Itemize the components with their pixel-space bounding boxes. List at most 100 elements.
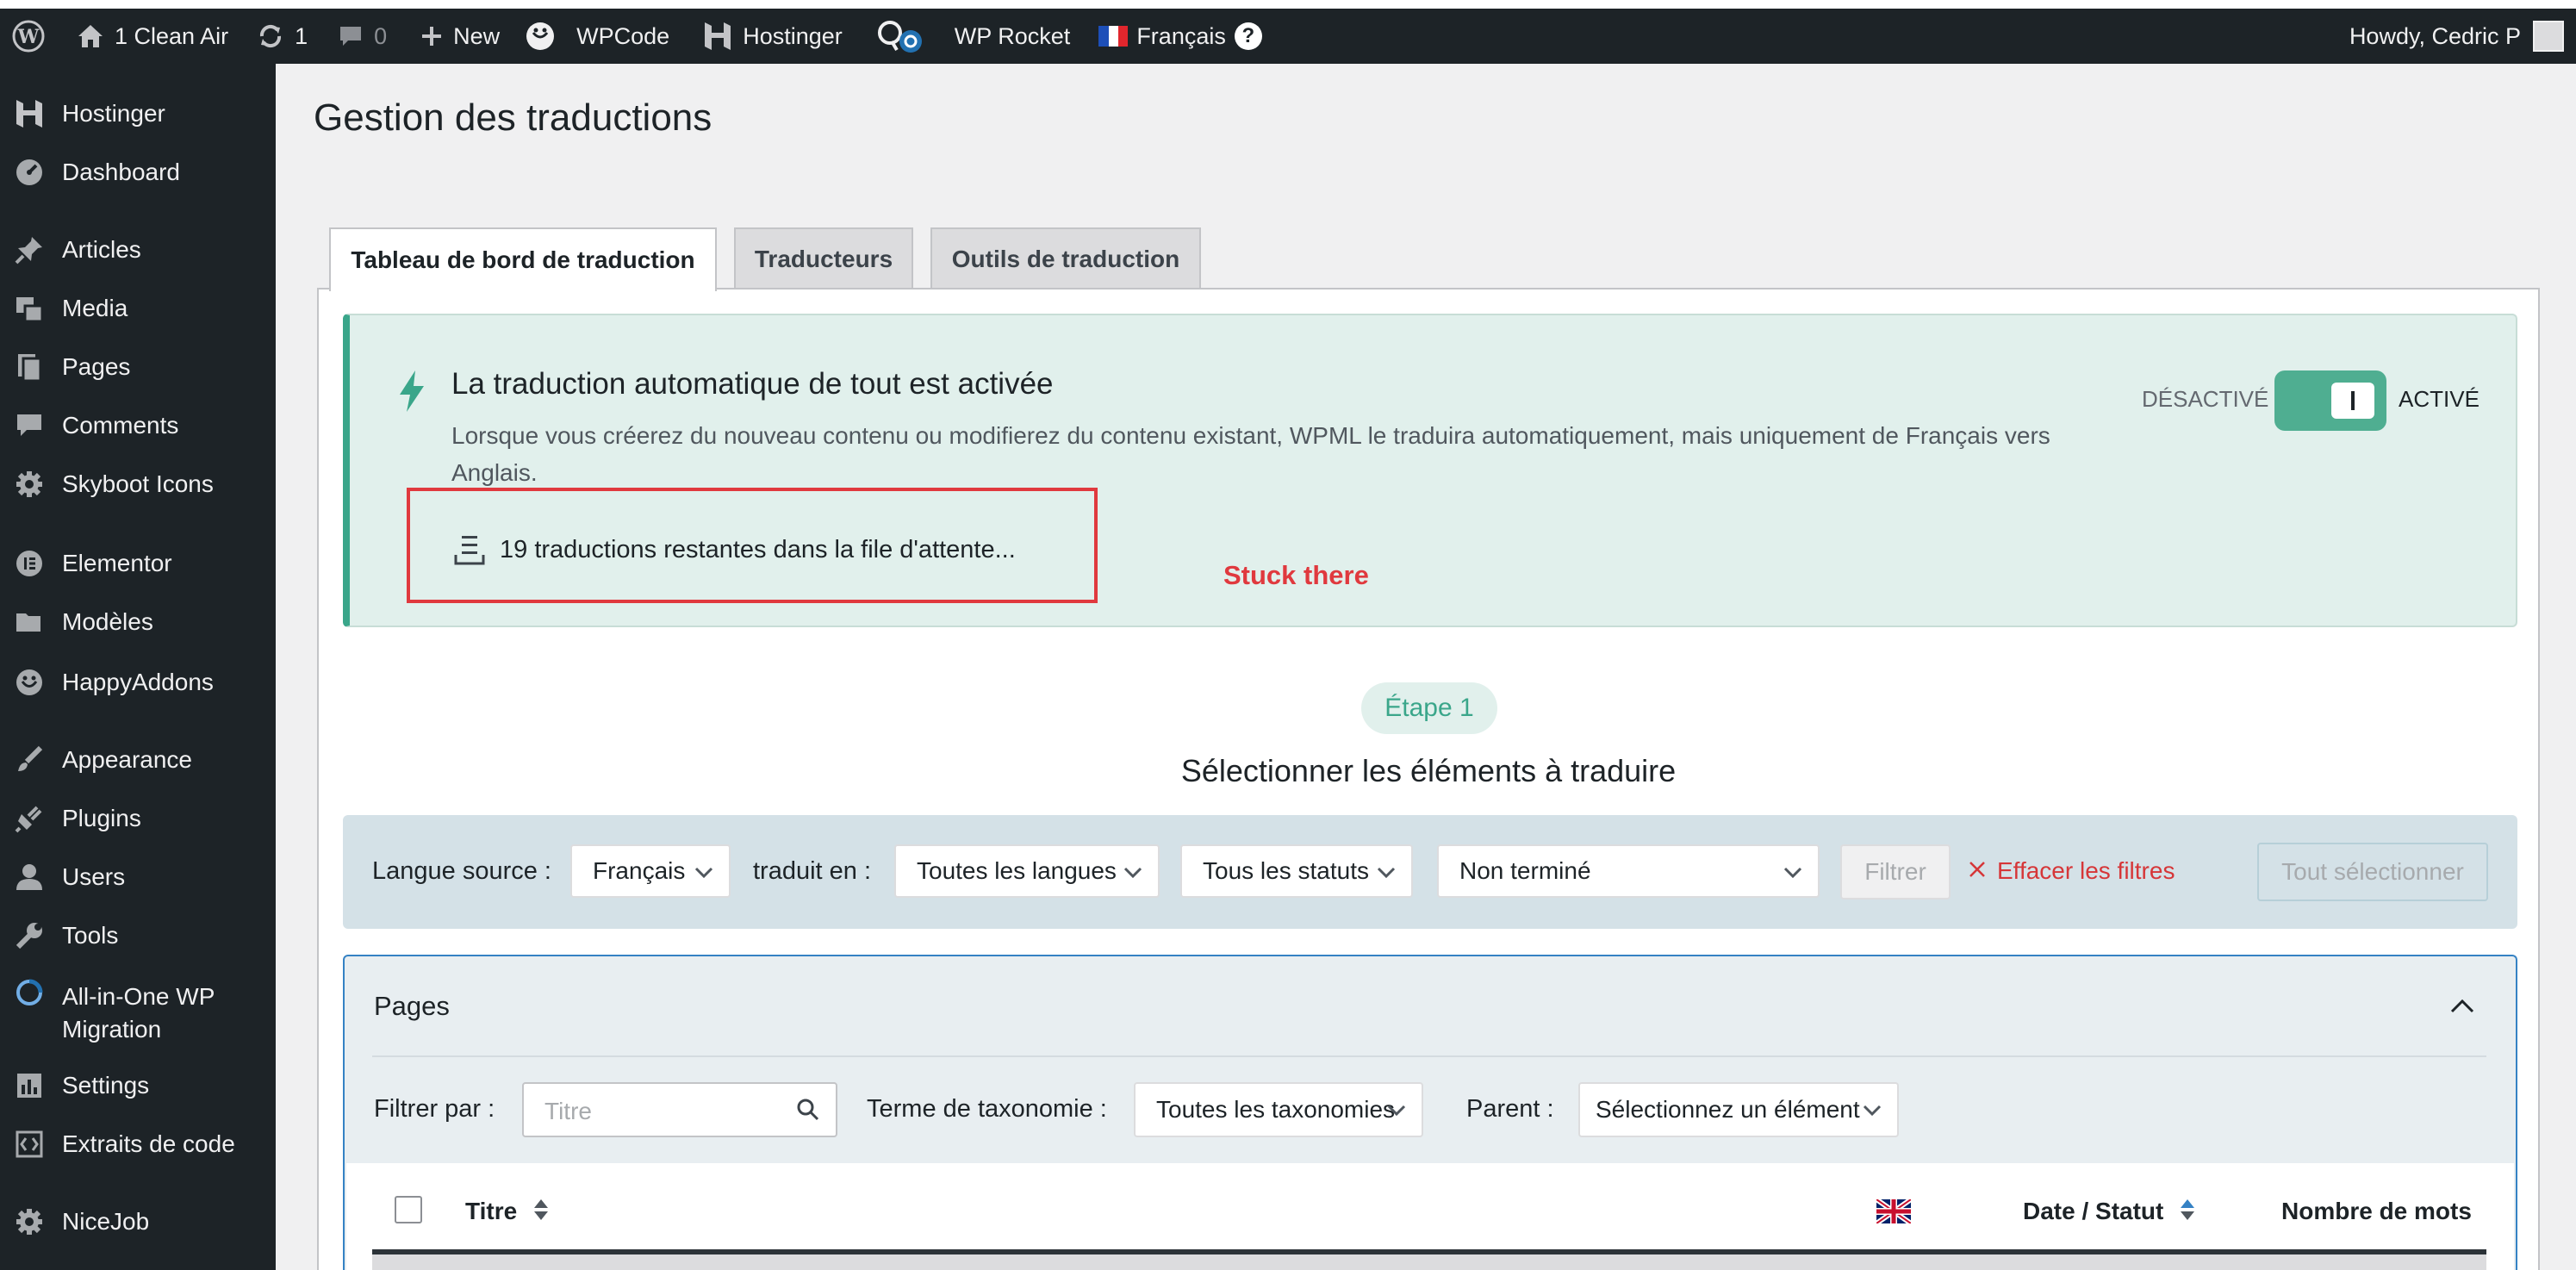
source-language-value: Français (593, 857, 686, 884)
sidebar-item-tools[interactable]: Tools (0, 912, 276, 960)
sidebar-item-hostinger[interactable]: Hostinger (0, 90, 276, 138)
hostinger-link[interactable]: Hostinger (682, 9, 856, 64)
flag-uk-icon (1875, 1197, 1913, 1226)
wordpress-logo-icon[interactable]: W (0, 9, 58, 64)
clear-filters-label: Effacer les filtres (1997, 857, 2175, 884)
column-date-status-label: Date / Statut (2023, 1198, 2164, 1224)
sidebar-item-elementor[interactable]: Elementor (0, 539, 276, 588)
taxonomy-value: Toutes les taxonomies (1156, 1096, 1396, 1123)
top-strip (0, 0, 2576, 9)
auto-translate-toggle[interactable] (2274, 370, 2386, 431)
progress-select[interactable]: Non terminé (1437, 844, 1820, 898)
column-title-label: Titre (465, 1198, 518, 1224)
wp-rocket-label: WP Rocket (954, 22, 1071, 49)
gear-icon (14, 1206, 45, 1237)
column-date-status-header[interactable]: Date / Statut (2023, 1198, 2196, 1228)
settings-icon (14, 1070, 45, 1101)
sidebar-item-happyaddons[interactable]: HappyAddons (0, 658, 276, 707)
select-all-button[interactable]: Tout sélectionner (2257, 843, 2488, 901)
my-account-link[interactable]: Howdy, Cedric P (2336, 9, 2576, 64)
progress-value: Non terminé (1459, 857, 1591, 884)
parent-label: Parent : (1466, 1095, 1554, 1123)
wpcode-icon (525, 21, 556, 52)
status-value: Tous les statuts (1203, 857, 1369, 884)
migration-icon (14, 977, 45, 1008)
comments-link[interactable]: 0 (320, 9, 400, 64)
collapse-chevron-up-icon[interactable] (2447, 991, 2478, 1026)
site-name: 1 Clean Air (115, 22, 229, 49)
filter-by-label: Filtrer par : (374, 1095, 495, 1123)
source-language-label: Langue source : (372, 857, 551, 885)
help-icon[interactable]: ? (1234, 22, 1262, 50)
tab-traducteurs[interactable]: Traducteurs (734, 227, 913, 289)
wpml-link[interactable] (856, 9, 937, 64)
column-title-header[interactable]: Titre (465, 1198, 550, 1228)
sidebar-item-label: Tools (62, 922, 119, 949)
sidebar-item-label: Pages (62, 353, 131, 380)
media-icon (14, 293, 45, 324)
site-name-link[interactable]: 1 Clean Air (58, 9, 241, 64)
avatar (2533, 21, 2564, 52)
language-switcher[interactable]: Français ? (1083, 9, 1275, 64)
sidebar-item-pages[interactable]: Pages (0, 343, 276, 391)
wpcode-link[interactable]: WPCode (513, 9, 682, 64)
parent-value: Sélectionnez un élément (1596, 1096, 1860, 1123)
sidebar-item-users[interactable]: Users (0, 853, 276, 901)
new-content-link[interactable]: New (400, 9, 513, 64)
comment-icon (338, 23, 364, 49)
updates-count: 1 (295, 22, 308, 49)
admin-bar: W 1 Clean Air 1 0 New WPCode Hostinger W… (0, 9, 2576, 64)
sidebar-item-modeles[interactable]: Modèles (0, 598, 276, 646)
sidebar-item-label-line2: Migration (62, 1016, 162, 1043)
sidebar-item-label: Articles (62, 236, 141, 263)
sidebar-item-dashboard[interactable]: Dashboard (0, 148, 276, 196)
sidebar-item-comments[interactable]: Comments (0, 402, 276, 450)
comment-icon (14, 410, 45, 441)
toggle-off-label: DÉSACTIVÉ (2142, 386, 2269, 412)
target-language-value: Toutes les langues (917, 857, 1117, 884)
sidebar-item-nicejob[interactable]: NiceJob (0, 1198, 276, 1246)
parent-select[interactable]: Sélectionnez un élément (1578, 1082, 1899, 1137)
tab-outils-de-traduction[interactable]: Outils de traduction (930, 227, 1201, 289)
select-all-checkbox[interactable] (395, 1196, 422, 1223)
queue-status-text: 19 traductions restantes dans la file d'… (500, 536, 1016, 563)
updates-link[interactable]: 1 (241, 9, 320, 64)
sidebar-item-label: HappyAddons (62, 669, 214, 695)
code-icon (14, 1129, 45, 1160)
sidebar-item-label: Dashboard (62, 159, 180, 185)
status-select[interactable]: Tous les statuts (1180, 844, 1413, 898)
sidebar-item-label: Extraits de code (62, 1130, 235, 1157)
wp-rocket-link[interactable]: WP Rocket (937, 9, 1084, 64)
target-language-select[interactable]: Toutes les langues (894, 844, 1160, 898)
sidebar-item-skyboot-icons[interactable]: Skyboot Icons (0, 460, 276, 508)
sidebar-item-settings[interactable]: Settings (0, 1061, 276, 1110)
sidebar-item-all-in-one-wp-migration[interactable]: All-in-One WP Migration (0, 975, 276, 1048)
column-word-count-header: Nombre de mots (2281, 1198, 2472, 1224)
sidebar-item-extraits-de-code[interactable]: Extraits de code (0, 1120, 276, 1168)
taxonomy-select[interactable]: Toutes les taxonomies (1134, 1082, 1423, 1137)
svg-text:W: W (17, 26, 40, 48)
title-search-input[interactable]: Titre (522, 1082, 837, 1137)
source-language-select[interactable]: Français (570, 844, 731, 898)
target-language-label: traduit en : (753, 857, 872, 885)
folder-icon (14, 607, 45, 638)
sidebar-item-plugins[interactable]: Plugins (0, 794, 276, 843)
gear-icon (14, 469, 45, 500)
sidebar-item-articles[interactable]: Articles (0, 226, 276, 274)
hostinger-label: Hostinger (743, 22, 843, 49)
new-label: New (453, 22, 501, 49)
clear-filters-link[interactable]: Effacer les filtres (1968, 857, 2175, 885)
sidebar-item-label: Comments (62, 412, 179, 439)
pin-icon (14, 234, 45, 265)
table-row (372, 1254, 2486, 1270)
chevron-down-icon (1861, 1099, 1883, 1128)
tab-tableau-de-bord[interactable]: Tableau de bord de traduction (329, 227, 717, 291)
hostinger-icon (703, 21, 732, 52)
sidebar-item-label: Media (62, 295, 128, 321)
notice-title: La traduction automatique de tout est ac… (451, 367, 1054, 401)
filter-button[interactable]: Filtrer (1840, 844, 1951, 900)
wpcode-label: WPCode (576, 22, 670, 49)
sidebar-item-media[interactable]: Media (0, 284, 276, 333)
wpml-icon (876, 17, 924, 55)
plugin-icon (14, 803, 45, 834)
